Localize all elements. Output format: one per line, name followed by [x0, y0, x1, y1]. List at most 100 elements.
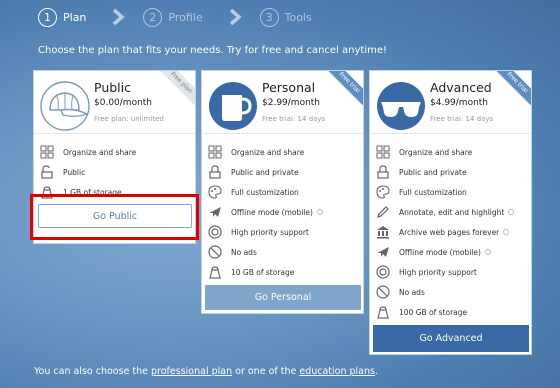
- plan-name: Advanced: [430, 80, 492, 95]
- footer-text: .: [374, 366, 379, 377]
- feature-item: Organize and share: [40, 142, 189, 162]
- info-icon[interactable]: [484, 249, 491, 255]
- feature-label: High priority support: [231, 227, 309, 237]
- airplane-icon: [209, 207, 221, 217]
- go-advanced-button[interactable]: Go Advanced: [373, 325, 529, 352]
- sunglasses-icon: [377, 82, 425, 130]
- organize-grid-icon: [208, 145, 222, 159]
- feature-label: 100 GB of storage: [399, 307, 468, 317]
- organize-grid-icon: [376, 145, 390, 159]
- padlock-icon: [209, 165, 221, 179]
- plan-card-personal: Personal $2.99/month Free trial: 14 days…: [201, 70, 364, 314]
- padlock-icon: [377, 165, 389, 179]
- step-label: Plan: [63, 10, 87, 24]
- plan-header: Advanced $4.99/month Free trial: 14 days…: [370, 71, 531, 134]
- step-number: 1: [38, 7, 57, 27]
- ribbon-badge: Free trial: [322, 71, 363, 110]
- step-profile[interactable]: 2 Profile: [143, 7, 203, 27]
- plan-price: $4.99/month: [430, 98, 489, 108]
- lifebuoy-icon: [376, 265, 390, 279]
- feature-label: Organize and share: [399, 147, 473, 157]
- feature-list: Organize and share Public and private Fu…: [376, 142, 525, 322]
- step-number: 3: [259, 7, 279, 27]
- archive-building-icon: [377, 226, 389, 239]
- pencil-icon: [377, 206, 389, 218]
- ribbon-badge: Free plan: [154, 71, 195, 110]
- feature-label: Public: [63, 167, 86, 177]
- feature-item: No ads: [376, 282, 525, 302]
- feature-item: Public: [40, 162, 189, 182]
- storage-weight-icon: [377, 306, 389, 319]
- go-personal-button[interactable]: Go Personal: [205, 285, 361, 310]
- plan-name: Public: [94, 80, 131, 95]
- feature-item: Annotate, edit and highlight: [376, 202, 525, 222]
- plan-price: $0.00/month: [94, 98, 153, 108]
- info-icon[interactable]: [503, 229, 510, 235]
- info-icon[interactable]: [316, 209, 323, 215]
- step-label: Profile: [168, 10, 203, 24]
- feature-item: High priority support: [208, 222, 357, 242]
- lifebuoy-icon: [208, 225, 222, 239]
- feature-label: Public and private: [399, 167, 467, 177]
- feature-item: High priority support: [376, 262, 525, 282]
- no-ads-icon: [376, 285, 390, 299]
- chevron-right-icon: [113, 8, 126, 26]
- plan-price: $2.99/month: [262, 98, 321, 108]
- feature-item: Offline mode (mobile): [208, 202, 357, 222]
- feature-label: No ads: [399, 287, 425, 297]
- feature-label: Organize and share: [231, 147, 305, 157]
- feature-label: Offline mode (mobile): [231, 207, 313, 217]
- feature-item: Full customization: [208, 182, 357, 202]
- feature-item: Public and private: [376, 162, 525, 182]
- storage-weight-icon: [209, 266, 221, 279]
- feature-list: Organize and share Public 1 GB of storag…: [40, 142, 189, 202]
- feature-label: Organize and share: [63, 147, 137, 157]
- palette-brush-icon: [208, 185, 222, 199]
- feature-list: Organize and share Public and private Fu…: [208, 142, 357, 282]
- footer-note: You can also choose the professional pla…: [34, 366, 378, 377]
- feature-item: 10 GB of storage: [208, 262, 357, 282]
- feature-item: Organize and share: [376, 142, 525, 162]
- step-tools[interactable]: 3 Tools: [259, 7, 312, 27]
- feature-label: Full customization: [231, 187, 299, 197]
- feature-item: Full customization: [376, 182, 525, 202]
- step-plan[interactable]: 1 Plan: [38, 7, 87, 27]
- organize-grid-icon: [40, 145, 54, 159]
- airplane-icon: [377, 247, 389, 257]
- footer-text: You can also choose the: [34, 366, 152, 377]
- feature-item: 100 GB of storage: [376, 302, 525, 322]
- feature-item: Offline mode (mobile): [376, 242, 525, 262]
- baseball-cap-icon: [40, 81, 90, 131]
- feature-item: Organize and share: [208, 142, 357, 162]
- feature-label: High priority support: [399, 267, 477, 277]
- feature-label: No ads: [231, 247, 257, 257]
- plan-note: Free plan: unlimited: [94, 115, 164, 123]
- no-ads-icon: [208, 245, 222, 259]
- feature-label: Full customization: [399, 187, 467, 197]
- highlight-box: [30, 194, 199, 240]
- chevron-right-icon: [229, 8, 242, 26]
- step-number: 2: [143, 7, 163, 27]
- signup-steps: 1 Plan 2 Profile 3 Tools: [38, 6, 312, 28]
- feature-item: Archive web pages forever: [376, 222, 525, 242]
- education-plans-link[interactable]: education plans: [299, 366, 375, 377]
- feature-label: Annotate, edit and highlight: [399, 207, 505, 217]
- ribbon-badge: Free trial: [490, 71, 531, 110]
- footer-text: or one of the: [232, 366, 300, 377]
- feature-label: Archive web pages forever: [399, 227, 500, 237]
- plan-name: Personal: [262, 80, 316, 95]
- step-label: Tools: [284, 10, 312, 24]
- feature-item: No ads: [208, 242, 357, 262]
- info-icon[interactable]: [508, 209, 515, 215]
- feature-label: 10 GB of storage: [231, 267, 295, 277]
- open-padlock-icon: [41, 165, 53, 179]
- feature-item: Public and private: [208, 162, 357, 182]
- tagline: Choose the plan that fits your needs. Tr…: [38, 45, 387, 56]
- plan-header: Personal $2.99/month Free trial: 14 days…: [202, 71, 363, 134]
- mug-icon: [209, 82, 257, 130]
- plan-header: Public $0.00/month Free plan: unlimited …: [34, 71, 195, 134]
- palette-brush-icon: [376, 185, 390, 199]
- plan-note: Free trial: 14 days: [430, 115, 494, 123]
- professional-plan-link[interactable]: professional plan: [151, 366, 232, 377]
- feature-label: Offline mode (mobile): [399, 247, 481, 257]
